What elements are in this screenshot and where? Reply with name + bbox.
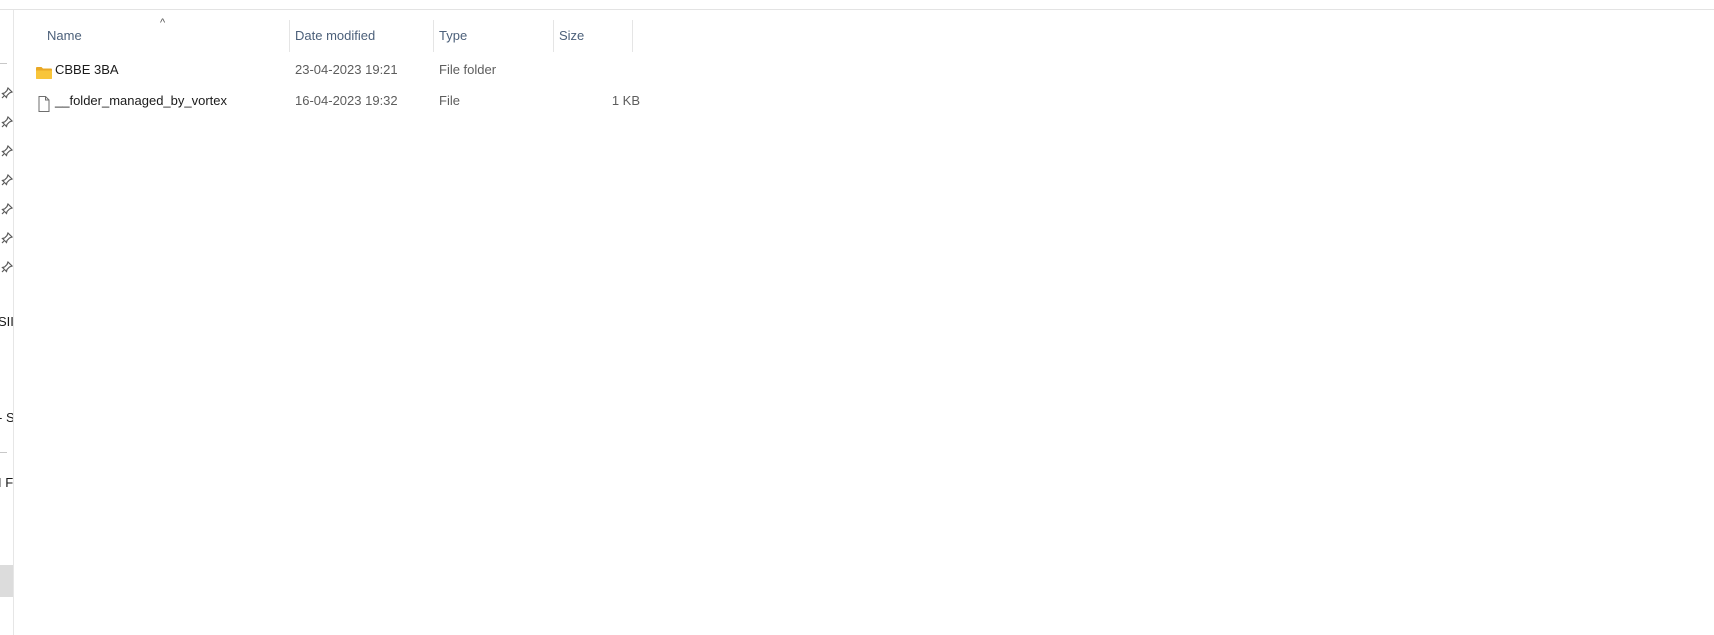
nav-separator — [0, 452, 7, 453]
nav-item-selected[interactable] — [0, 565, 13, 597]
file-type: File folder — [439, 62, 497, 77]
list-item[interactable]: __folder_managed_by_vortex 16-04-2023 19… — [15, 85, 640, 116]
file-size: 1 KB — [611, 93, 640, 108]
file-type: File — [439, 93, 460, 108]
file-name: __folder_managed_by_vortex — [55, 93, 228, 108]
navigation-pane[interactable]: SII - S I F — [0, 10, 14, 635]
column-header-row: ^ Name Date modified Type Size — [15, 18, 635, 52]
file-name: CBBE 3BA — [55, 62, 119, 77]
nav-item-partial-label[interactable]: - S — [0, 410, 13, 425]
column-divider[interactable] — [433, 20, 434, 52]
file-explorer-window: SII - S I F ^ Name Date modified Type Si… — [0, 0, 1714, 635]
column-header-name[interactable]: Name — [47, 20, 297, 52]
nav-separator — [0, 63, 7, 64]
file-icon — [35, 92, 53, 112]
top-border — [0, 9, 1714, 10]
pin-icon[interactable] — [1, 261, 13, 273]
column-header-size[interactable]: Size — [559, 20, 639, 52]
folder-icon — [35, 61, 53, 79]
pin-icon[interactable] — [1, 116, 13, 128]
column-header-type[interactable]: Type — [439, 20, 553, 52]
list-item[interactable]: CBBE 3BA 23-04-2023 19:21 File folder — [15, 54, 635, 85]
column-divider[interactable] — [289, 20, 290, 52]
pin-icon[interactable] — [1, 145, 13, 157]
pin-icon[interactable] — [1, 203, 13, 215]
file-date-modified: 16-04-2023 19:32 — [295, 93, 398, 108]
nav-item-partial-label[interactable]: SII — [0, 314, 13, 329]
file-list: CBBE 3BA 23-04-2023 19:21 File folder __… — [15, 54, 640, 116]
file-date-modified: 23-04-2023 19:21 — [295, 62, 398, 77]
pin-icon[interactable] — [1, 232, 13, 244]
nav-item-partial-label[interactable]: I F — [0, 475, 13, 490]
column-divider[interactable] — [632, 20, 633, 52]
pin-icon[interactable] — [1, 174, 13, 186]
column-header-date-modified[interactable]: Date modified — [295, 20, 433, 52]
pin-icon[interactable] — [1, 87, 13, 99]
column-divider[interactable] — [553, 20, 554, 52]
